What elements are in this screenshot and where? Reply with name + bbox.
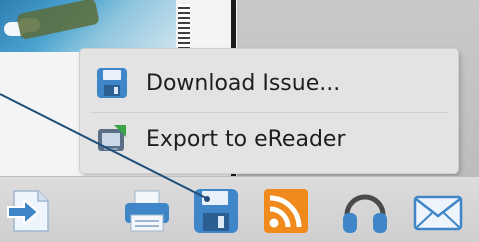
print-button[interactable]: [121, 185, 173, 237]
rss-button[interactable]: [260, 185, 312, 237]
rss-icon: [264, 189, 308, 233]
reader-toolbar: [0, 176, 479, 242]
menu-item-label: Export to eReader: [146, 126, 346, 152]
menu-item-download-issue[interactable]: Download Issue...: [80, 55, 458, 111]
headphones-icon: [343, 194, 387, 233]
menu-item-export-ereader[interactable]: Export to eReader: [80, 111, 458, 167]
audio-button[interactable]: [339, 185, 391, 237]
save-icon: [194, 189, 238, 233]
page-vertical-text: [178, 4, 190, 50]
next-page-button[interactable]: [4, 185, 56, 237]
page-photo-thumbnail: [0, 0, 176, 52]
email-icon: [413, 195, 463, 231]
next-page-icon: [7, 190, 49, 232]
save-options-menu: Download Issue... Export to eReader: [80, 49, 458, 173]
email-button[interactable]: [412, 185, 464, 237]
save-button[interactable]: [190, 185, 242, 237]
ereader-export-icon: [98, 125, 126, 151]
floppy-disk-icon: [97, 68, 127, 98]
print-icon: [125, 190, 169, 232]
menu-item-label: Download Issue...: [146, 70, 341, 96]
